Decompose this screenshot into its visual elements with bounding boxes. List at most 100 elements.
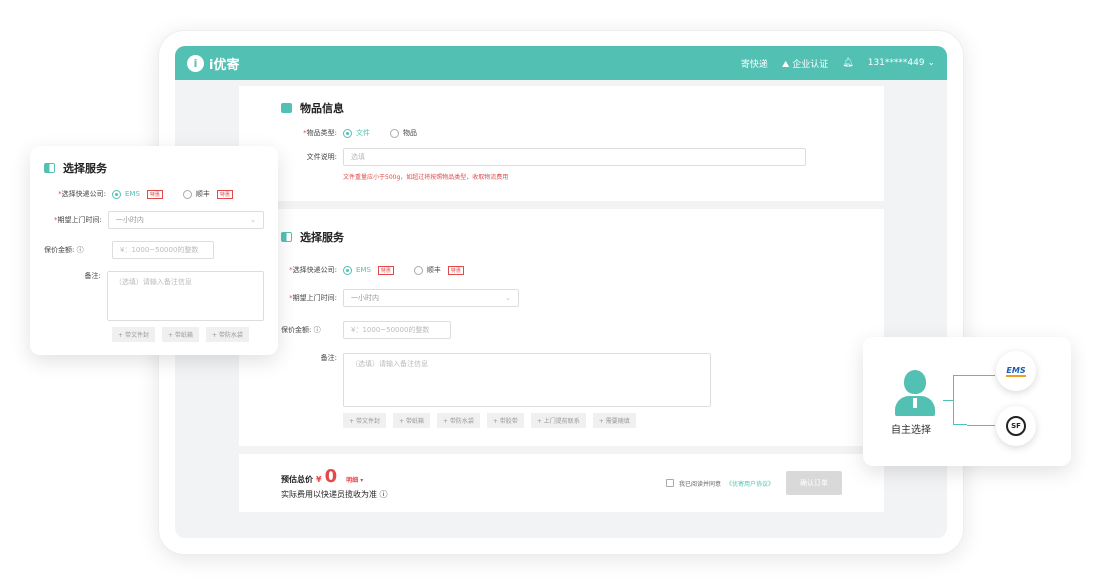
nav-enterprise-cert[interactable]: ⛰ 企业认证 (782, 57, 828, 70)
nav-send-express[interactable]: 寄快递 (741, 57, 768, 70)
agreement-link[interactable]: 《优寄用户协议》 (726, 479, 774, 488)
phone-label: 131*****449 (867, 58, 925, 68)
caret-down-icon: ▾ (360, 477, 364, 484)
self-choice-label: 自主选择 (891, 425, 931, 436)
est-price-label: 预估总价 (281, 475, 313, 484)
courier-label-text: 选择快递公司: (292, 266, 337, 274)
float-courier-row: *选择快递公司: EMS 特惠 顺丰 特惠 (44, 189, 264, 199)
pickup-time-value: 一小时内 (351, 294, 379, 302)
radio-file-label: 文件 (356, 129, 370, 137)
insure-row: 保价金额: ⓘ ¥：1000~50000的整数 (281, 321, 842, 339)
radio-dot (390, 128, 399, 138)
pickup-time-select[interactable]: 一小时内 ⌄ (343, 289, 519, 307)
chip-label: 带文件封 (124, 332, 149, 339)
chip-file-envelope[interactable]: + 带文件封 (343, 413, 386, 428)
price-row: 预估总价 ¥ 0 明细 ▾ (281, 466, 388, 487)
radio-dot (182, 189, 192, 199)
price-note: 实际费用以快递员揽收为准 ⓘ (281, 489, 388, 500)
pickup-time-row: *期望上门时间: 一小时内 ⌄ (281, 289, 842, 307)
float-courier-label-text: 选择快递公司: (61, 190, 106, 198)
float-courier-label: *选择快递公司: (44, 189, 106, 199)
file-desc-input[interactable]: 选填 (343, 148, 806, 166)
agree-checkbox[interactable] (665, 479, 674, 487)
remark-label: 备注: (320, 354, 337, 362)
chip-label: 带文件封 (355, 418, 380, 425)
est-price-value: 0 (324, 466, 338, 487)
agree-text: 我已阅读并同意 (678, 480, 721, 488)
radio-file[interactable]: 文件 (343, 128, 370, 138)
ems-logo-icon: EMS (996, 351, 1036, 391)
chip-call-ahead[interactable]: + 上门提前联系 (530, 413, 586, 428)
item-type-label: *物品类型: (281, 128, 337, 138)
radio-dot-checked (112, 189, 121, 199)
connector-bracket (953, 375, 967, 425)
insure-input[interactable]: ¥：1000~50000的整数 (343, 321, 451, 339)
float-chips: + 带文件封 + 带纸箱 + 带防水袋 (112, 327, 264, 342)
help-icon[interactable]: ⓘ (380, 490, 388, 499)
radio-sf[interactable]: 顺丰 特惠 (413, 265, 464, 275)
float-time-row: *期望上门时间: 一小时内 ⌄ (44, 211, 264, 229)
logo-icon: i (187, 54, 204, 72)
connector-bottom (967, 425, 995, 426)
service-card: 选择服务 *选择快递公司: EMS 特惠 顺丰 特惠 *期望上门时间: 一小时内 ⌄ … (239, 209, 884, 446)
help-icon[interactable]: ⓘ (314, 326, 321, 334)
item-type-row: *物品类型: 文件 物品 (281, 128, 842, 138)
radio-dot-checked (343, 265, 352, 275)
nav-cert-label: 企业认证 (792, 59, 829, 70)
chip-tape[interactable]: + 带胶带 (486, 413, 524, 428)
float-chip-waterproof-bag[interactable]: + 带防水袋 (205, 327, 249, 342)
radio-goods[interactable]: 物品 (390, 128, 417, 138)
chip-waterproof-bag[interactable]: + 带防水袋 (436, 413, 480, 428)
service-icon (281, 232, 292, 242)
remark-textarea[interactable]: （选填）请输入备注信息 (343, 353, 711, 407)
radio-dot-checked (343, 128, 352, 138)
bell-icon[interactable]: 🔔︎ (842, 58, 853, 68)
weight-warning: 文件重量应小于500g，如超过将按照物品类型，收取物流费用 (343, 174, 509, 181)
box-icon (281, 103, 292, 113)
item-type-label-text: 物品类型: (306, 129, 337, 137)
chip-fill-on-site[interactable]: + 需要随填 (592, 413, 636, 428)
radio-ems-label: EMS (356, 266, 371, 274)
confirm-order-button[interactable]: 确认订单 (786, 471, 842, 495)
chip-label: 带纸箱 (405, 418, 424, 425)
service-icon (44, 163, 55, 173)
discount-tag: 特惠 (377, 265, 394, 275)
top-bar: i i优寄 寄快递 ⛰ 企业认证 🔔︎ 131*****449 ⌄ (175, 46, 947, 80)
item-info-title: 物品信息 (281, 100, 842, 116)
price-detail-toggle[interactable]: 明细 ▾ (346, 475, 363, 484)
chip-label: 带防水袋 (449, 418, 474, 425)
float-insure-row: 保价金额: ⓘ ¥：1000~50000的整数 (44, 241, 264, 259)
user-phone[interactable]: 131*****449 ⌄ (868, 58, 935, 68)
app-name: i优寄 (209, 57, 240, 73)
item-info-card: 物品信息 *物品类型: 文件 物品 文件说明: 选填 文件重量应小于500g，如… (239, 86, 884, 201)
float-time-label: *期望上门时间: (44, 215, 102, 225)
agreement: 我已阅读并同意 《优寄用户协议》 (665, 479, 774, 488)
float-time-select[interactable]: 一小时内 ⌄ (107, 211, 264, 229)
chip-label: 上门提前联系 (543, 418, 580, 425)
float-radio-sf-label: 顺丰 (195, 190, 210, 198)
order-footer: 预估总价 ¥ 0 明细 ▾ 实际费用以快递员揽收为准 ⓘ 我已阅读并同意 《优寄用… (239, 454, 884, 512)
courier-row: *选择快递公司: EMS 特惠 顺丰 特惠 (281, 265, 842, 275)
float-radio-ems[interactable]: EMS 特惠 (112, 189, 163, 199)
pickup-time-label-text: 期望上门时间: (292, 294, 337, 302)
chip-carton[interactable]: + 带纸箱 (392, 413, 430, 428)
radio-dot (413, 265, 423, 275)
float-chip-file-envelope[interactable]: + 带文件封 (112, 327, 155, 342)
radio-ems[interactable]: EMS 特惠 (343, 265, 394, 275)
connector-top (967, 375, 995, 376)
float-time-value: 一小时内 (115, 216, 144, 224)
help-icon[interactable]: ⓘ (77, 246, 84, 254)
chip-label: 带纸箱 (174, 332, 193, 339)
float-chip-carton[interactable]: + 带纸箱 (161, 327, 199, 342)
float-service-title: 选择服务 (44, 160, 264, 176)
chevron-down-icon: ⌄ (505, 294, 511, 302)
self-choice-card: 自主选择 EMS SF (863, 337, 1071, 466)
app-logo[interactable]: i i优寄 (187, 54, 239, 73)
float-radio-sf[interactable]: 顺丰 特惠 (182, 189, 233, 199)
ems-logo-text: EMS (1006, 365, 1026, 377)
float-remark-row: 备注: （选填）请输入备注信息 (44, 271, 264, 321)
float-remark-textarea[interactable]: （选填）请输入备注信息 (106, 271, 264, 321)
float-service-heading: 选择服务 (63, 162, 107, 175)
insure-label-text: 保价金额: (281, 326, 312, 334)
float-insure-input[interactable]: ¥：1000~50000的整数 (112, 241, 214, 259)
